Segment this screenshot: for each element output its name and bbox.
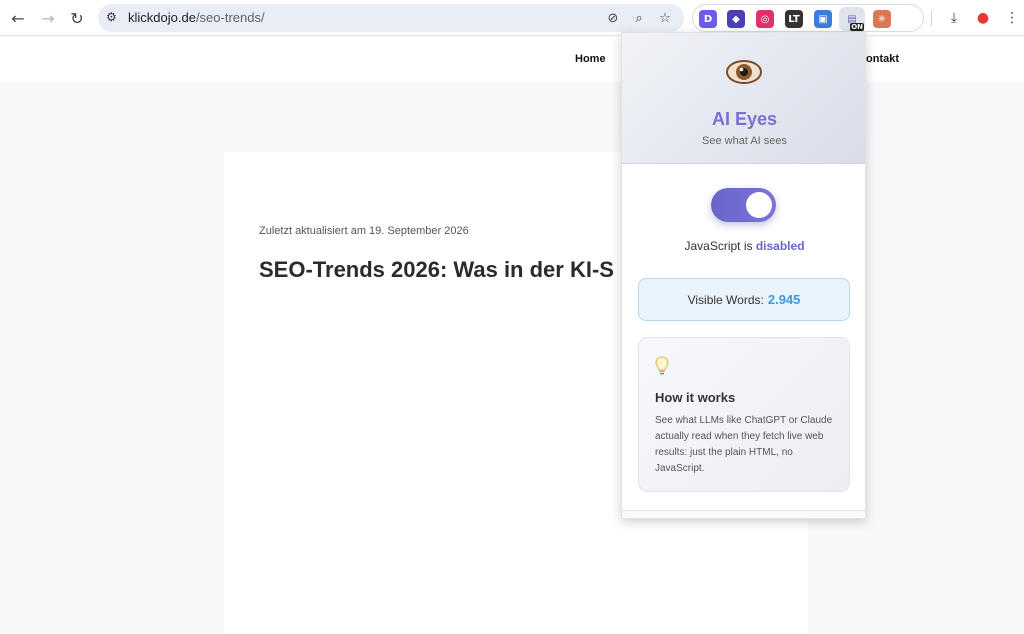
- popup-header: AI Eyes See what AI sees: [622, 33, 865, 164]
- puzzle-extensions-icon[interactable]: ❖: [901, 10, 919, 28]
- eye-icon: [725, 58, 763, 86]
- toolbar-divider: [931, 10, 932, 26]
- menu-kebab-icon[interactable]: ⋮: [1002, 8, 1022, 28]
- reload-button[interactable]: ↻: [67, 8, 87, 28]
- popup-footer: [622, 510, 865, 518]
- javascript-status: JavaScript is disabled: [622, 239, 865, 253]
- toggle-knob: [746, 192, 772, 218]
- last-updated-text: Zuletzt aktualisiert am 19. September 20…: [259, 225, 469, 237]
- profile-avatar-icon[interactable]: ●: [973, 8, 993, 28]
- claude-extension-icon[interactable]: ✳: [873, 10, 891, 28]
- site-header: Home ontakt: [0, 37, 1024, 82]
- address-bar[interactable]: ⚙ klickdojo.de/seo-trends/ ⊘ ⌕ ☆: [98, 4, 684, 32]
- d-extension-icon[interactable]: D: [699, 10, 717, 28]
- popup-subtitle: See what AI sees: [702, 135, 787, 147]
- how-it-works-text: See what LLMs like ChatGPT or Claude act…: [655, 415, 833, 474]
- back-arrow-icon: ←: [11, 8, 25, 28]
- nav-home-link[interactable]: Home: [575, 53, 606, 65]
- ai-eyes-popup: AI Eyes See what AI sees JavaScript is d…: [621, 32, 866, 519]
- url-domain: klickdojo.de: [128, 10, 196, 25]
- download-icon[interactable]: ⤓: [944, 8, 964, 28]
- visible-words-box: Visible Words: 2.945: [638, 278, 850, 321]
- js-status-prefix: JavaScript is: [684, 239, 753, 253]
- browser-toolbar: ← → ↻ ⚙ klickdojo.de/seo-trends/ ⊘ ⌕ ☆ D…: [0, 0, 1024, 36]
- visible-words-label: Visible Words:: [687, 293, 764, 307]
- javascript-toggle[interactable]: [711, 188, 776, 222]
- site-info-icon[interactable]: ⚙: [106, 10, 122, 26]
- forward-arrow-icon: →: [41, 8, 55, 28]
- bookmark-star-icon[interactable]: ☆: [657, 10, 673, 26]
- diamond-extension-icon[interactable]: ◆: [727, 10, 745, 28]
- how-it-works-title: How it works: [655, 390, 736, 405]
- popup-title: AI Eyes: [711, 109, 778, 129]
- zoom-icon[interactable]: ⌕: [631, 10, 647, 26]
- nav-kontakt-link[interactable]: ontakt: [866, 53, 899, 65]
- lightbulb-icon: [655, 356, 669, 380]
- reload-icon: ↻: [70, 8, 84, 28]
- url-path: /seo-trends/: [195, 10, 265, 25]
- how-it-works-card: How it works See what LLMs like ChatGPT …: [638, 337, 850, 492]
- url-text[interactable]: klickdojo.de/seo-trends/: [128, 10, 265, 25]
- extensions-group: D ◆ ◎ LT ▣ ▤ ON ✳ ❖: [692, 4, 924, 32]
- eye-off-icon[interactable]: ⊘: [605, 10, 621, 26]
- extension-on-badge: ON: [850, 23, 864, 31]
- square-extension-icon[interactable]: ▣: [814, 10, 832, 28]
- lt-extension-icon[interactable]: LT: [785, 10, 803, 28]
- forward-button[interactable]: →: [38, 8, 58, 28]
- js-status-state: disabled: [755, 239, 805, 253]
- ai-eyes-extension-icon[interactable]: ▤ ON: [839, 7, 865, 31]
- back-button[interactable]: ←: [8, 8, 28, 28]
- visible-words-count: 2.945: [767, 292, 801, 307]
- camera-extension-icon[interactable]: ◎: [756, 10, 774, 28]
